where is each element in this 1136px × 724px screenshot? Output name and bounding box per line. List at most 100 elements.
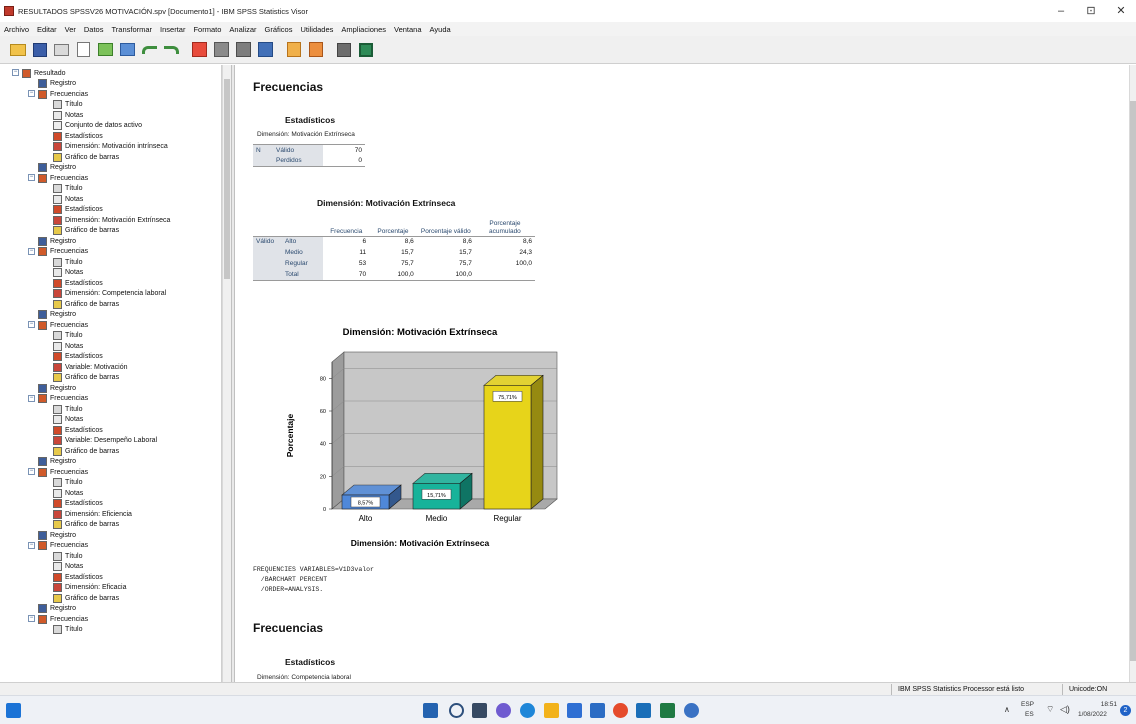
nav-item[interactable]: Gráfico de barras [53, 593, 119, 603]
nav-item[interactable]: Título [53, 478, 83, 488]
spss-output-icon[interactable] [660, 703, 675, 718]
volume-icon[interactable]: ◁) [1060, 704, 1070, 715]
nav-frecuencias[interactable]: Frecuencias [38, 394, 88, 404]
nav-item[interactable]: Título [53, 331, 83, 341]
clock-date[interactable]: 1/08/2022 [1078, 711, 1107, 718]
nav-frecuencias[interactable]: Frecuencias [38, 89, 88, 99]
nav-item[interactable]: Título [53, 551, 83, 561]
nav-frecuencias[interactable]: Frecuencias [38, 173, 88, 183]
goto-variable-icon[interactable] [234, 40, 253, 59]
file-explorer-icon[interactable] [544, 703, 559, 718]
expand-collapse-toggle[interactable]: − [28, 90, 35, 97]
clock-time[interactable]: 18:51 [1095, 701, 1117, 708]
nav-item[interactable]: Notas [53, 110, 83, 120]
insert-output-icon[interactable] [284, 40, 303, 59]
nav-item[interactable]: Dimensión: Competencia laboral [53, 289, 166, 299]
minimize-button[interactable]: – [1046, 0, 1076, 22]
print-preview-icon[interactable] [74, 40, 93, 59]
menu-editar[interactable]: Editar [37, 25, 57, 34]
menu-utilidades[interactable]: Utilidades [300, 25, 333, 34]
menu-transformar[interactable]: Transformar [111, 25, 152, 34]
edge-icon[interactable] [520, 703, 535, 718]
nav-item[interactable]: Notas [53, 415, 83, 425]
expand-collapse-toggle[interactable]: − [28, 468, 35, 475]
print-icon[interactable] [52, 40, 71, 59]
content-scrollbar[interactable] [1129, 65, 1136, 682]
nav-item[interactable]: Título [53, 257, 83, 267]
show-hide-icon[interactable] [334, 40, 353, 59]
expand-collapse-toggle[interactable]: − [28, 321, 35, 328]
save-icon[interactable] [30, 40, 49, 59]
close-button[interactable]: ✕ [1106, 0, 1136, 22]
open-folder-icon[interactable] [8, 40, 27, 59]
variables-icon[interactable] [256, 40, 275, 59]
bar-chart[interactable]: Dimensión: Motivación Extrínseca 0 20 40 60 8… [265, 321, 575, 553]
nav-root-resultado[interactable]: Resultado [22, 68, 66, 78]
windows-logo-icon[interactable] [423, 703, 438, 718]
nav-item[interactable]: Gráfico de barras [53, 226, 119, 236]
chat-icon[interactable] [496, 703, 511, 718]
nav-item[interactable]: Gráfico de barras [53, 299, 119, 309]
chrome-icon[interactable] [613, 703, 628, 718]
redo-icon[interactable] [162, 40, 181, 59]
expand-collapse-toggle[interactable]: − [28, 394, 35, 402]
export-icon[interactable] [96, 40, 115, 59]
designate-window-icon[interactable] [306, 40, 325, 59]
output-content-pane[interactable]: Frecuencias Estadísticos Dimensión: Moti… [235, 65, 1129, 682]
maximize-button[interactable]: ⊡ [1076, 0, 1106, 22]
nav-item[interactable]: Estadísticos [53, 572, 103, 582]
nav-registro[interactable]: Registro [38, 310, 76, 320]
language-code[interactable]: ESP [1021, 701, 1034, 708]
wifi-icon[interactable]: ⌔ [1046, 704, 1054, 715]
task-view-icon[interactable] [472, 703, 487, 718]
nav-frecuencias[interactable]: Frecuencias [38, 320, 88, 330]
undo-icon[interactable] [140, 40, 159, 59]
nav-item[interactable]: Dimensión: Eficiencia [53, 509, 132, 519]
start-icon[interactable] [6, 703, 21, 718]
menu-graficos[interactable]: Gráficos [265, 25, 293, 34]
spss-data-icon[interactable] [636, 703, 651, 718]
nav-frecuencias[interactable]: Frecuencias [38, 541, 88, 551]
nav-frecuencias[interactable]: Frecuencias [38, 247, 88, 257]
goto-case-icon[interactable] [212, 40, 231, 59]
nav-item[interactable]: Estadísticos [53, 205, 103, 215]
menu-ventana[interactable]: Ventana [394, 25, 422, 34]
nav-frecuencias[interactable]: Frecuencias [38, 614, 88, 624]
nav-registro[interactable]: Registro [38, 604, 76, 614]
nav-registro[interactable]: Registro [38, 79, 76, 89]
nav-item[interactable]: Estadísticos [53, 352, 103, 362]
nav-item[interactable]: Gráfico de barras [53, 152, 119, 162]
nav-item[interactable]: Notas [53, 488, 83, 498]
menu-insertar[interactable]: Insertar [160, 25, 185, 34]
nav-item[interactable]: Gráfico de barras [53, 373, 119, 383]
nav-item[interactable]: Dimensión: Motivación intrínseca [53, 142, 168, 152]
word-icon[interactable] [590, 703, 605, 718]
nav-item[interactable]: Variable: Motivación [53, 362, 128, 372]
nav-item[interactable]: Estadísticos [53, 131, 103, 141]
menu-archivo[interactable]: Archivo [4, 25, 29, 34]
nav-registro[interactable]: Registro [38, 163, 76, 173]
outline-scrollbar[interactable] [222, 65, 231, 682]
nav-frecuencias[interactable]: Frecuencias [38, 467, 88, 477]
menu-ver[interactable]: Ver [65, 25, 76, 34]
nav-item[interactable]: Variable: Desempeño Laboral [53, 436, 157, 446]
nav-item[interactable]: Estadísticos [53, 278, 103, 288]
tray-chevron-icon[interactable]: ∧ [1004, 705, 1010, 714]
select-last-output-icon[interactable] [356, 40, 375, 59]
nav-item[interactable]: Conjunto de datos activo [53, 121, 142, 131]
expand-collapse-toggle[interactable]: − [28, 541, 35, 549]
nav-registro[interactable]: Registro [38, 457, 76, 467]
search-icon[interactable] [449, 703, 464, 718]
nav-item[interactable]: Dimensión: Motivación Extrínseca [53, 215, 170, 225]
menu-ampliaciones[interactable]: Ampliaciones [341, 25, 386, 34]
menu-datos[interactable]: Datos [84, 25, 104, 34]
nav-item[interactable]: Título [53, 184, 83, 194]
expand-collapse-toggle[interactable]: − [28, 174, 35, 181]
store-icon[interactable] [567, 703, 582, 718]
expand-collapse-toggle[interactable]: − [12, 69, 19, 76]
nav-item[interactable]: Notas [53, 194, 83, 204]
nav-item[interactable]: Título [53, 625, 83, 635]
nav-registro[interactable]: Registro [38, 530, 76, 540]
nav-item[interactable]: Gráfico de barras [53, 446, 119, 456]
expand-collapse-toggle[interactable]: − [28, 247, 35, 255]
